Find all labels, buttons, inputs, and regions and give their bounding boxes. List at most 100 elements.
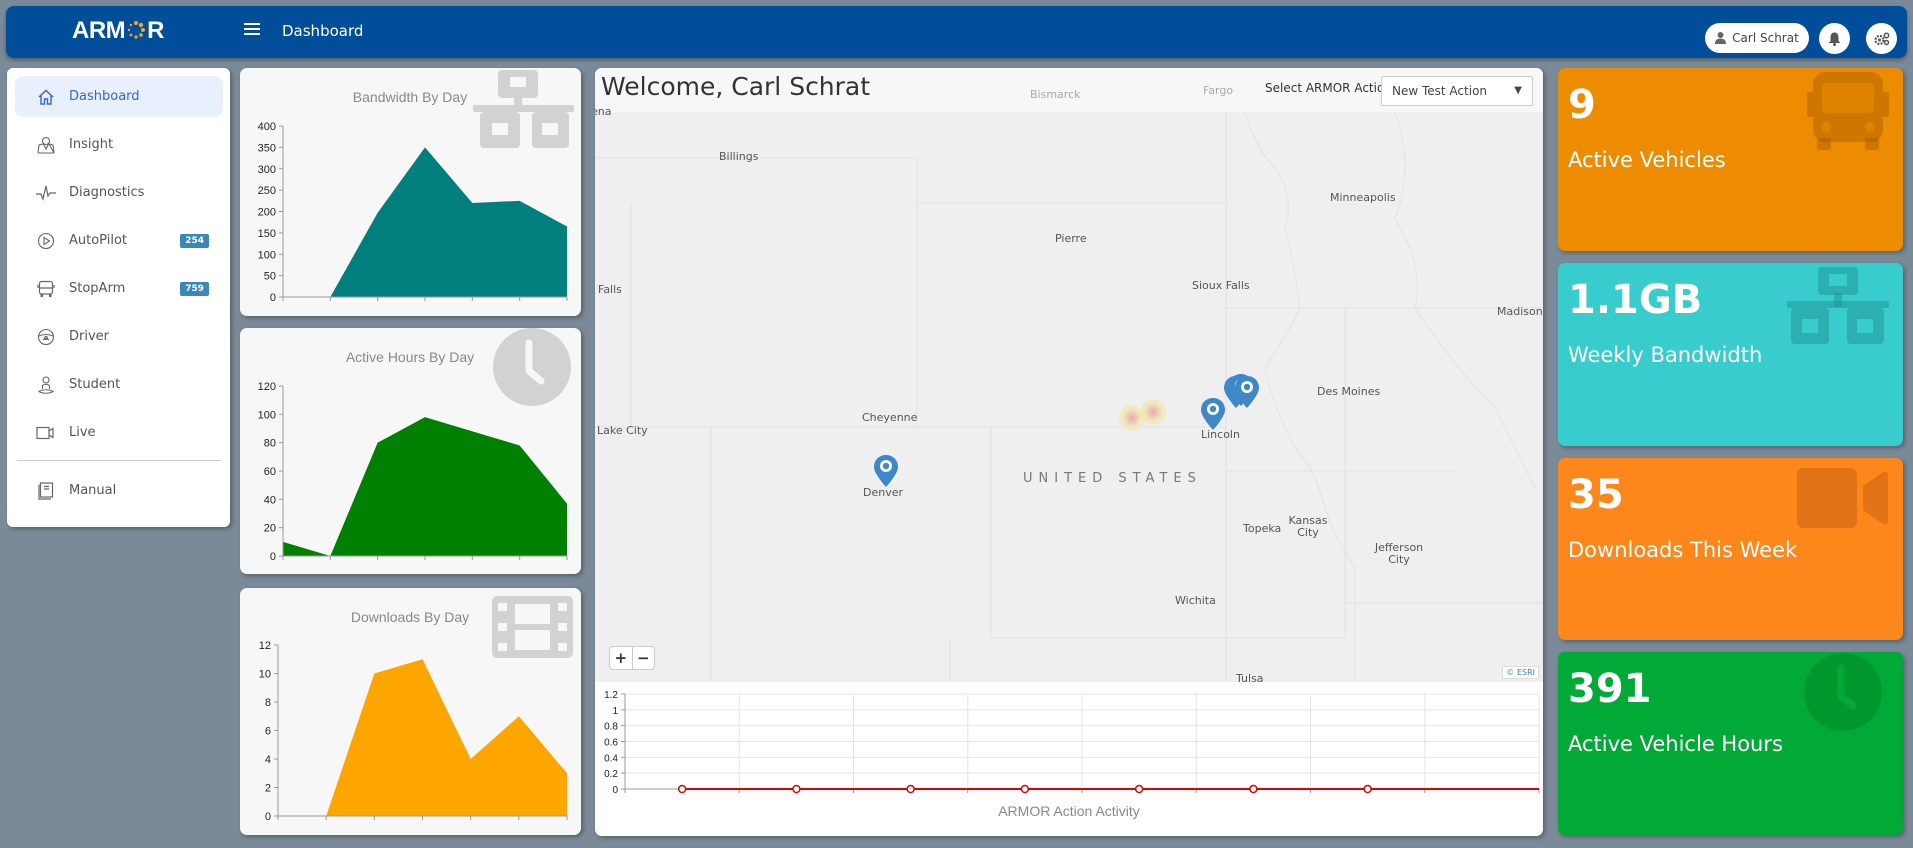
stoparm-count-badge: 759 [180,281,209,296]
notifications-button[interactable] [1819,23,1850,54]
sidebar-item-insight[interactable]: Insight [15,124,223,165]
clock-icon [1804,653,1882,731]
vehicle-map-pin[interactable] [1201,398,1225,430]
video-camera-icon [35,422,57,444]
y-tick-label: 150 [258,228,276,240]
page-title: Dashboard [282,22,364,40]
map-city-label: Wichita [1175,594,1216,607]
chart-title: ARMOR Action Activity [998,803,1140,819]
map-header: Welcome, Carl Schrat Bismarck Fargo Sele… [595,68,1543,112]
map-city-label: Madison [1497,305,1543,318]
sidebar-divider [17,460,221,461]
y-tick-label: 12 [259,640,271,652]
armor-logo[interactable]: ARM R [72,17,164,45]
map-attribution[interactable]: © ESRI [1502,666,1539,679]
map-city-label: Sioux Falls [1192,279,1250,292]
map-city-label: ena [595,105,612,118]
activity-data-point [1134,784,1144,794]
user-name: Carl Schrat [1732,31,1799,45]
user-menu-button[interactable]: Carl Schrat [1705,23,1809,53]
sidebar-item-label: StopArm [69,281,126,296]
vehicle-map[interactable]: Welcome, Carl Schrat Bismarck Fargo Sele… [595,68,1543,682]
map-pin-icon [35,134,57,156]
chart-title: Bandwidth By Day [353,89,467,105]
stat-tile-weekly-bandwidth[interactable]: 1.1GB Weekly Bandwidth [1558,263,1903,446]
chart-area-series [283,417,567,556]
y-tick-label: 40 [264,494,276,506]
vehicle-map-pin[interactable] [874,455,898,487]
sidebar-item-label: Driver [69,329,110,344]
bandwidth-chart-card: Bandwidth By Day 0 50 100 150 200 250 300 350 40… [240,68,581,316]
user-icon [1715,32,1727,44]
map-city-label: Lincoln [1201,428,1240,441]
y-tick-label: 8 [265,697,271,709]
sidebar-item-student[interactable]: Student [15,364,223,405]
stat-label: Weekly Bandwidth [1568,343,1763,367]
sidebar-item-live[interactable]: Live [15,412,223,453]
y-tick-label: 6 [265,726,271,738]
y-tick-label: 80 [264,438,276,450]
map-city-label: Jefferson City [1374,541,1424,566]
chart-area-series [278,659,567,816]
action-select-label: Select ARMOR Action: [1265,81,1396,95]
map-city-label: Tulsa [1236,672,1264,683]
settings-button[interactable] [1866,23,1897,54]
map-city-label: Lake City [597,424,648,437]
bell-icon [1828,32,1841,46]
logo-dots-icon [127,21,146,39]
stat-tile-active-vehicles[interactable]: 9 Active Vehicles [1558,68,1903,251]
action-activity-chart: ARMOR Action Activity 0 0.2 0.4 0.6 0.8 1 1.2 [604,690,1540,819]
y-tick-label: 20 [264,523,276,535]
sidebar-item-dashboard[interactable]: Dashboard [15,76,223,117]
steering-wheel-icon [35,326,57,348]
sidebar-item-label: Insight [69,137,114,152]
book-icon [35,480,57,502]
zoom-in-button[interactable]: + [610,647,633,669]
action-select-value: New Test Action [1392,84,1488,98]
y-tick-label: 0 [270,551,276,563]
stat-label: Active Vehicles [1568,148,1726,172]
network-icon [473,70,574,148]
downloads-chart-card: Downloads By Day 0 2 4 6 8 10 12 [240,588,581,835]
map-panel: Welcome, Carl Schrat Bismarck Fargo Sele… [595,68,1543,836]
stat-tile-active-hours[interactable]: 391 Active Vehicle Hours [1558,652,1903,835]
sidebar-item-stoparm[interactable]: StopArm 759 [15,268,223,309]
stat-tile-downloads[interactable]: 35 Downloads This Week [1558,458,1903,640]
top-bar: ARM R Dashboard Carl Schrat [6,6,1907,58]
downloads-chart: Downloads By Day 0 2 4 6 8 10 12 [259,596,573,823]
y-tick-label: 1.2 [604,690,618,701]
y-tick-label: 0.4 [604,753,618,764]
map-city-label: Cheyenne [862,411,918,424]
pulse-icon [35,182,57,204]
map-city-label: Minneapolis [1330,191,1396,204]
clock-icon [493,328,571,406]
bandwidth-chart: Bandwidth By Day 0 50 100 150 200 250 300 350 40… [258,70,574,304]
sidebar-item-driver[interactable]: Driver [15,316,223,357]
chart-area-series [283,147,567,297]
map-city-label: Pierre [1055,232,1087,245]
map-city-label: Bismarck [1030,88,1081,101]
network-icon [1787,267,1889,344]
sidebar-item-autopilot[interactable]: AutoPilot 254 [15,220,223,261]
y-tick-label: 300 [258,164,276,176]
action-activity-chart-area: ARMOR Action Activity 0 0.2 0.4 0.6 0.8 1 1.2 [595,682,1543,836]
autopilot-count-badge: 254 [180,233,209,248]
y-tick-label: 0 [270,292,276,304]
sidebar-item-label: Diagnostics [69,185,145,200]
y-tick-label: 1 [612,706,618,717]
home-icon [35,86,57,108]
y-tick-label: 120 [258,381,276,393]
menu-toggle-icon[interactable] [244,23,260,37]
active-hours-chart-card: Active Hours By Day 0 20 40 60 80 100 120 [240,328,581,574]
sidebar-item-manual[interactable]: Manual [15,470,223,511]
y-tick-label: 0.8 [604,722,618,733]
armor-action-select[interactable]: New Test Action ▼ [1381,76,1533,106]
sidebar-item-diagnostics[interactable]: Diagnostics [15,172,223,213]
play-circle-icon [35,230,57,252]
y-tick-label: 2 [265,783,271,795]
sidebar-item-label: Manual [69,483,117,498]
y-tick-label: 0.2 [604,769,618,780]
zoom-out-button[interactable]: − [633,647,655,669]
vehicle-map-pin[interactable] [1235,376,1259,408]
map-city-label: Billings [719,150,759,163]
